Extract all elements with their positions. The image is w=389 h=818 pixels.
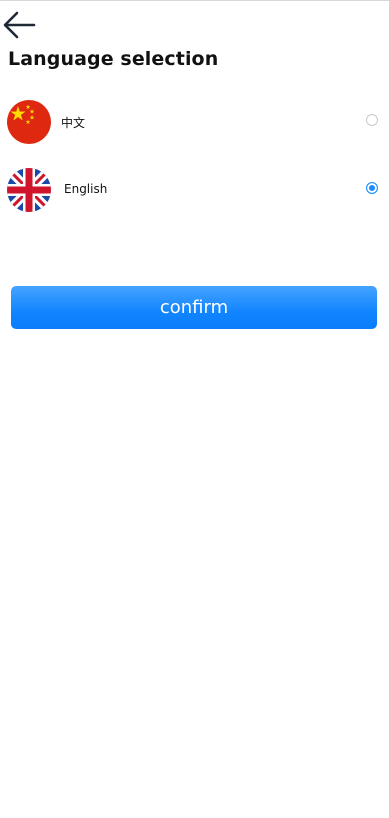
page-title: Language selection [8,48,219,70]
china-flag-icon [7,100,51,144]
radio-button-selected[interactable] [366,182,378,194]
uk-flag-icon [7,168,51,212]
back-button[interactable] [2,10,36,40]
arrow-left-icon [3,11,36,39]
language-label: 中文 [61,116,86,130]
top-divider [0,0,389,1]
language-label: English [64,182,108,196]
language-option-english[interactable]: English [0,165,389,215]
language-option-chinese[interactable]: 中文 [0,97,389,147]
confirm-button[interactable]: confirm [11,286,377,329]
radio-button-unselected[interactable] [366,114,378,126]
